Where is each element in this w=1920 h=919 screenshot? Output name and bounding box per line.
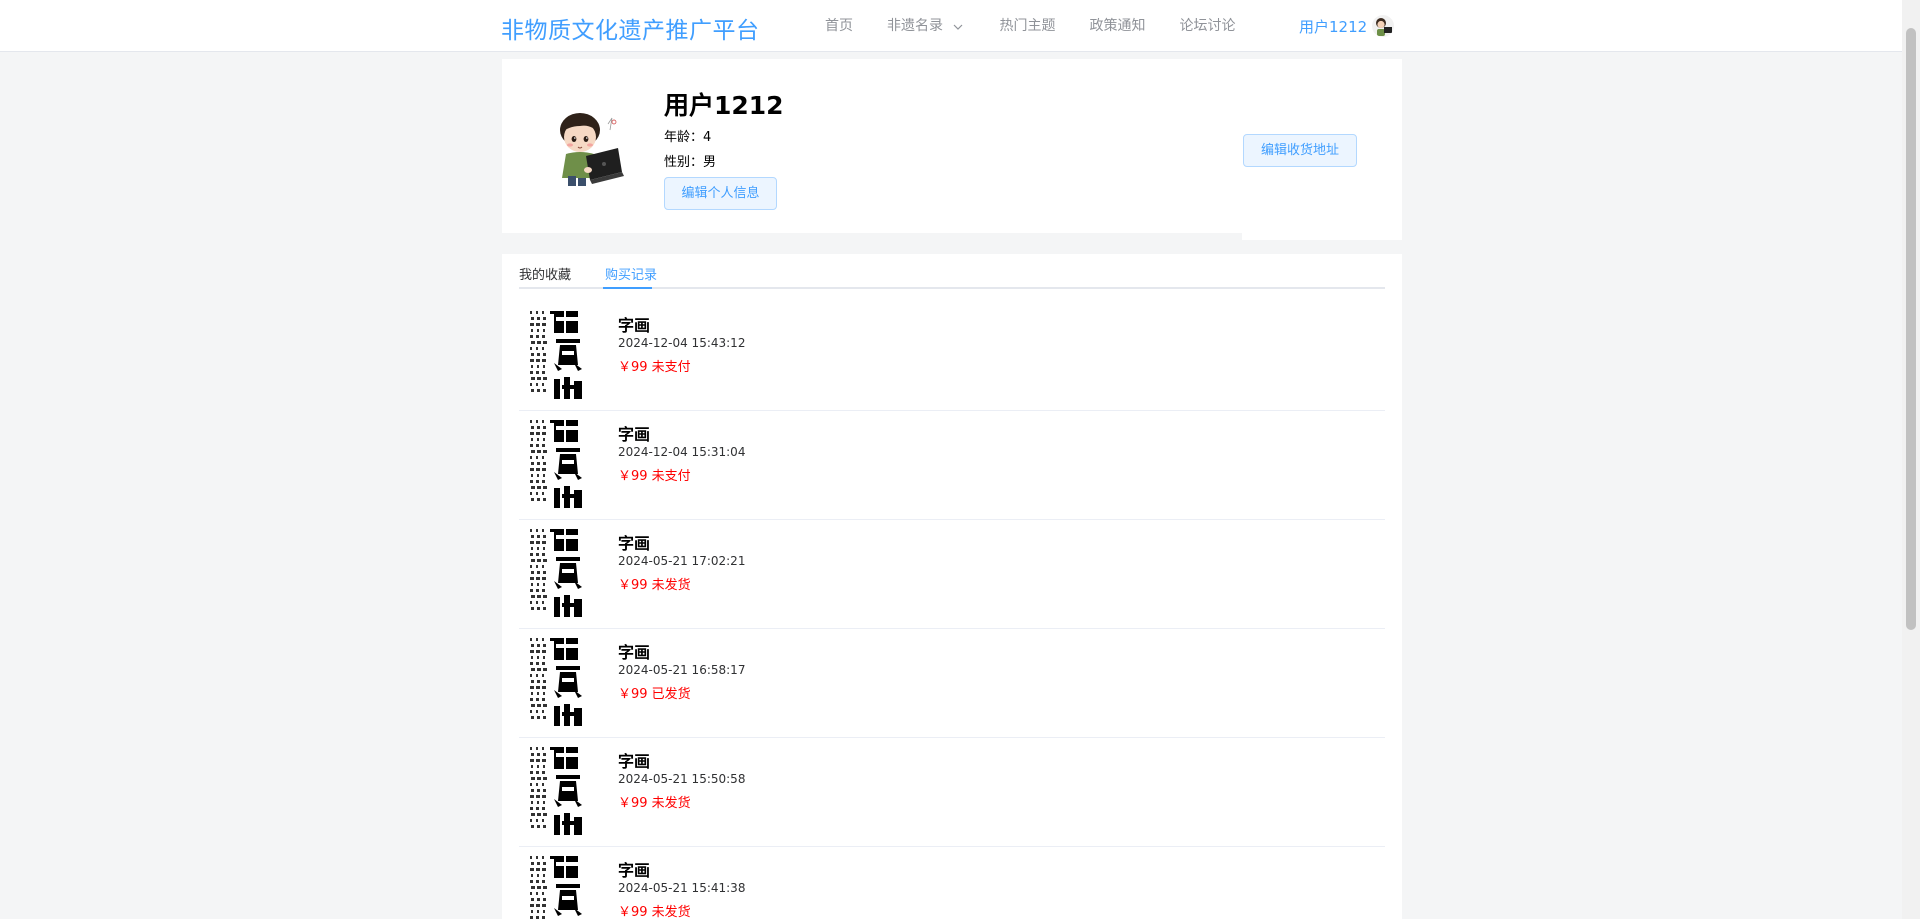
order-price-status: ￥99 未支付 (618, 469, 691, 484)
edit-address-button[interactable]: 编辑收货地址 (1243, 134, 1357, 167)
calligraphy-image (526, 416, 594, 508)
edit-profile-button[interactable]: 编辑个人信息 (664, 177, 777, 210)
nav-item-heritage-list[interactable]: 非遗名录 (870, 0, 982, 52)
order-row[interactable]: 字画 2024-05-21 15:41:38 ￥99 未发货 (519, 847, 1385, 919)
nav-item-policy[interactable]: 政策通知 (1072, 0, 1162, 52)
nav-item-hot-topics[interactable]: 热门主题 (982, 0, 1072, 52)
order-row[interactable]: 字画 2024-05-21 17:02:21 ￥99 未发货 (519, 520, 1385, 629)
profile-tabs: 我的收藏 购买记录 (519, 255, 1385, 289)
order-time: 2024-12-04 15:31:04 (618, 445, 746, 459)
order-row[interactable]: 字画 2024-12-04 15:31:04 ￥99 未支付 (519, 411, 1385, 520)
calligraphy-image (526, 307, 594, 399)
active-tab-indicator (603, 287, 652, 289)
page-scrollbar[interactable] (1902, 0, 1920, 919)
calligraphy-image (526, 743, 594, 835)
order-title: 字画 (618, 752, 651, 771)
profile-avatar (540, 104, 630, 194)
calligraphy-thumbnail[interactable] (526, 852, 594, 919)
nav-divider (808, 51, 1228, 52)
main-nav: 首页 非遗名录 热门主题 政策通知 论坛讨论 (808, 0, 1252, 52)
nav-item-label: 非遗名录 (887, 18, 943, 34)
nav-item-label: 首页 (825, 18, 853, 34)
profile-card-gap (502, 233, 1242, 240)
avatar-icon (1376, 18, 1392, 36)
scrollbar-thumb[interactable] (1906, 28, 1916, 630)
tab-favorites[interactable]: 我的收藏 (519, 264, 571, 283)
calligraphy-image (526, 852, 594, 919)
header-user-name[interactable]: 用户1212 (1299, 16, 1367, 37)
order-title: 字画 (618, 316, 651, 335)
order-title: 字画 (618, 534, 651, 553)
order-price-status: ￥99 未支付 (618, 360, 691, 375)
nav-item-forum[interactable]: 论坛讨论 (1162, 0, 1252, 52)
nav-item-home[interactable]: 首页 (808, 0, 870, 52)
calligraphy-thumbnail[interactable] (526, 634, 594, 726)
order-time: 2024-05-21 17:02:21 (618, 554, 746, 568)
nav-item-label: 热门主题 (999, 18, 1056, 34)
order-price-status: ￥99 未发货 (618, 905, 691, 919)
calligraphy-image (526, 634, 594, 726)
order-row[interactable]: 字画 2024-05-21 16:58:17 ￥99 已发货 (519, 629, 1385, 738)
order-title: 字画 (618, 643, 651, 662)
order-price-status: ￥99 未发货 (618, 578, 691, 593)
nav-item-label: 论坛讨论 (1179, 18, 1236, 34)
cartoon-avatar-icon (560, 113, 624, 186)
order-price-status: ￥99 未发货 (618, 796, 691, 811)
order-row[interactable]: 字画 2024-12-04 15:43:12 ￥99 未支付 (519, 302, 1385, 411)
order-time: 2024-05-21 15:41:38 (618, 881, 746, 895)
order-title: 字画 (618, 425, 651, 444)
calligraphy-thumbnail[interactable] (526, 307, 594, 399)
chevron-down-icon (953, 0, 965, 52)
tab-purchase-history[interactable]: 购买记录 (605, 264, 657, 283)
site-brand[interactable]: 非物质文化遗产推广平台 (501, 11, 760, 45)
order-row[interactable]: 字画 2024-05-21 15:50:58 ￥99 未发货 (519, 738, 1385, 847)
order-price-status: ￥99 已发货 (618, 687, 691, 702)
nav-item-label: 政策通知 (1089, 18, 1146, 34)
profile-name: 用户1212 (664, 91, 784, 120)
order-list: 字画 2024-12-04 15:43:12 ￥99 未支付 字画 2024-1… (519, 302, 1385, 919)
order-time: 2024-05-21 16:58:17 (618, 663, 746, 677)
profile-age: 年龄：4 (664, 130, 712, 145)
profile-gender: 性别：男 (664, 155, 717, 170)
calligraphy-thumbnail[interactable] (526, 416, 594, 508)
calligraphy-thumbnail[interactable] (526, 525, 594, 617)
calligraphy-image (526, 525, 594, 617)
header-avatar[interactable] (1372, 15, 1394, 37)
calligraphy-thumbnail[interactable] (526, 743, 594, 835)
order-title: 字画 (618, 861, 651, 880)
order-time: 2024-12-04 15:43:12 (618, 336, 746, 350)
order-time: 2024-05-21 15:50:58 (618, 772, 746, 786)
